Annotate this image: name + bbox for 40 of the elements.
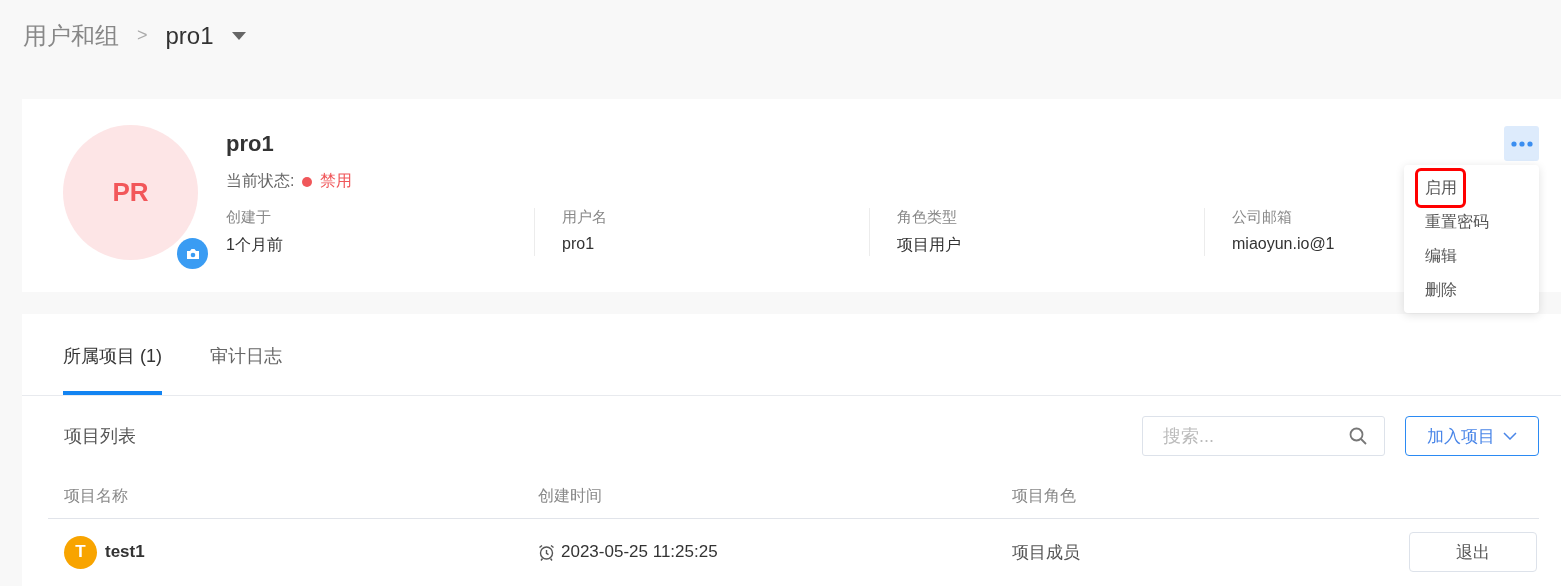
field-value: 项目用户 bbox=[897, 235, 961, 255]
search-field[interactable]: 搜索... bbox=[1142, 416, 1385, 456]
project-name[interactable]: test1 bbox=[105, 542, 145, 562]
field-value: pro1 bbox=[562, 235, 595, 253]
field-label: 创建于 bbox=[226, 208, 271, 227]
field-label: 角色类型 bbox=[897, 208, 957, 227]
camera-button[interactable] bbox=[177, 238, 208, 269]
field-value: 1个月前 bbox=[226, 235, 283, 255]
search-icon bbox=[1349, 427, 1367, 445]
column-header: 项目名称 bbox=[64, 486, 128, 504]
tab[interactable]: 审计日志 bbox=[210, 344, 282, 395]
quit-button[interactable]: 退出 bbox=[1409, 532, 1537, 572]
status-value: 禁用 bbox=[320, 171, 353, 191]
caret-icon[interactable] bbox=[231, 31, 246, 40]
user-name: pro1 bbox=[226, 131, 274, 158]
status-dot bbox=[302, 176, 313, 187]
field-label: 公司邮箱 bbox=[1232, 208, 1292, 227]
menu-item[interactable]: 重置密码 bbox=[1404, 205, 1489, 239]
project-avatar: T bbox=[64, 535, 97, 569]
more-icon bbox=[1510, 140, 1533, 147]
field-label: 用户名 bbox=[562, 208, 607, 227]
menu-item[interactable]: 启用 bbox=[1418, 171, 1463, 205]
column-header: 项目角色 bbox=[1012, 486, 1076, 504]
camera-icon bbox=[185, 247, 200, 260]
project-role: 项目成员 bbox=[1012, 542, 1080, 562]
field-value: miaoyun.io@1 bbox=[1232, 235, 1335, 253]
chevron-down-icon bbox=[1503, 432, 1517, 440]
status-label: 当前状态: bbox=[226, 171, 295, 191]
breadcrumb-separator: > bbox=[137, 25, 148, 46]
add-project-button[interactable]: 加入项目 bbox=[1405, 416, 1539, 456]
menu-item[interactable]: 编辑 bbox=[1404, 239, 1457, 273]
avatar-initials: PR bbox=[112, 177, 149, 208]
breadcrumb-current: pro1 bbox=[165, 21, 214, 50]
alarm-clock-icon bbox=[538, 543, 555, 561]
menu-item[interactable]: 删除 bbox=[1404, 273, 1457, 307]
created-time: 2023-05-25 11:25:25 bbox=[561, 542, 718, 562]
section-title: 项目列表 bbox=[64, 425, 137, 448]
more-button[interactable] bbox=[1504, 126, 1539, 161]
tab[interactable]: 所属项目 (1) bbox=[63, 344, 162, 395]
column-header: 创建时间 bbox=[538, 486, 602, 504]
